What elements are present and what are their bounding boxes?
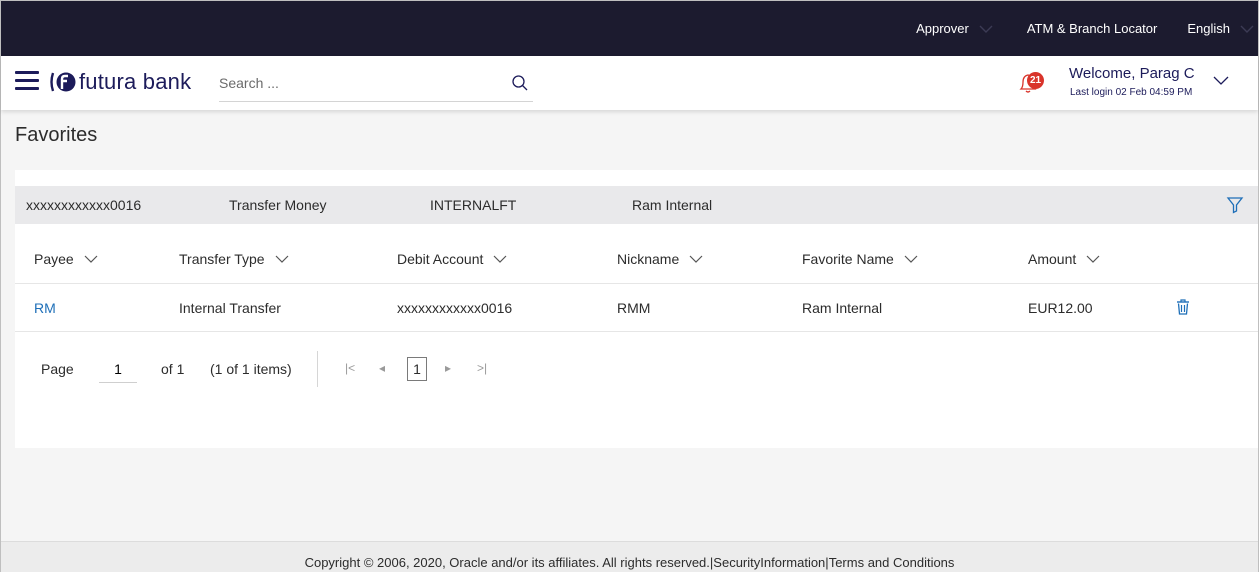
- amount-cell: EUR12.00: [1028, 300, 1093, 316]
- pagination: Page of 1 (1 of 1 items) |< ◂ 1 ▸ >|: [15, 347, 615, 391]
- search-box: [219, 68, 533, 102]
- chevron-down-icon: [493, 255, 507, 263]
- column-header-label: Amount: [1028, 251, 1077, 267]
- pagination-divider: [317, 351, 318, 387]
- chevron-down-icon: [904, 255, 918, 263]
- chevron-down-icon: [1240, 25, 1254, 33]
- chevron-down-icon: [979, 25, 993, 33]
- filter-favorite: Ram Internal: [632, 197, 713, 213]
- bank-logo[interactable]: futura bank: [49, 68, 191, 96]
- footer: Copyright © 2006, 2020, Oracle and/or it…: [1, 541, 1258, 572]
- filter-icon[interactable]: [1226, 195, 1244, 215]
- column-header-favorite-name[interactable]: Favorite Name: [802, 251, 918, 267]
- previous-page-icon[interactable]: ◂: [379, 361, 385, 375]
- filter-transaction: Transfer Money: [229, 197, 327, 213]
- page-label: Page: [41, 361, 74, 377]
- page-number-input[interactable]: [99, 355, 137, 383]
- menu-icon[interactable]: [15, 71, 39, 91]
- column-header-payee[interactable]: Payee: [34, 251, 98, 267]
- items-count-label: (1 of 1 items): [210, 361, 292, 377]
- language-selector[interactable]: English: [1179, 1, 1258, 56]
- search-icon[interactable]: [511, 74, 529, 92]
- column-header-label: Nickname: [617, 251, 680, 267]
- search-input[interactable]: [219, 68, 499, 98]
- language-label: English: [1187, 21, 1230, 36]
- column-header-label: Favorite Name: [802, 251, 894, 267]
- atm-branch-locator-link[interactable]: ATM & Branch Locator: [1009, 1, 1180, 56]
- debit-account-cell: xxxxxxxxxxxx0016: [397, 300, 513, 316]
- table-row: RM Internal Transfer xxxxxxxxxxxx0016 RM…: [15, 284, 1258, 332]
- column-header-label: Debit Account: [397, 251, 484, 267]
- chevron-down-icon: [275, 255, 289, 263]
- last-page-icon[interactable]: >|: [477, 361, 487, 375]
- column-header-debit-account[interactable]: Debit Account: [397, 251, 507, 267]
- notifications-button[interactable]: 21: [1017, 70, 1049, 96]
- chevron-down-icon: [689, 255, 703, 263]
- column-header-label: Payee: [34, 251, 74, 267]
- transfer-type-cell: Internal Transfer: [179, 300, 281, 316]
- first-page-icon[interactable]: |<: [345, 361, 355, 375]
- column-header-label: Transfer Type: [179, 251, 265, 267]
- favorite-name-cell: Ram Internal: [802, 300, 883, 316]
- filter-type: INTERNALFT: [430, 197, 517, 213]
- trash-icon[interactable]: [1175, 298, 1191, 316]
- chevron-down-icon: [1086, 255, 1100, 263]
- role-label: Approver: [916, 21, 969, 36]
- logo-text: futura bank: [79, 69, 192, 94]
- chevron-down-icon[interactable]: [1211, 71, 1231, 89]
- filter-account: xxxxxxxxxxxx0016: [26, 197, 142, 213]
- copyright-text: Copyright © 2006, 2020, Oracle and/or it…: [304, 555, 710, 570]
- chevron-down-icon: [84, 255, 98, 263]
- page-title: Favorites: [15, 124, 98, 146]
- page-of-label: of 1: [161, 361, 185, 377]
- notification-badge: 21: [1027, 72, 1044, 89]
- security-information-link[interactable]: SecurityInformation: [713, 555, 825, 570]
- nickname-cell: RMM: [617, 300, 651, 316]
- header: futura bank 21 Welcome, Parag C Last log…: [1, 56, 1258, 110]
- next-page-icon[interactable]: ▸: [445, 361, 451, 375]
- payee-link[interactable]: RM: [34, 300, 56, 316]
- top-bar: Approver ATM & Branch Locator English: [1, 1, 1258, 56]
- welcome-user[interactable]: Welcome, Parag C: [1069, 65, 1195, 82]
- atm-branch-locator-label: ATM & Branch Locator: [1026, 21, 1158, 36]
- table-header: Payee Transfer Type Debit Account Nickna…: [15, 239, 1258, 284]
- current-page-button[interactable]: 1: [407, 357, 427, 381]
- logo-mark-icon: [50, 72, 76, 92]
- filter-summary-bar: xxxxxxxxxxxx0016 Transfer Money INTERNAL…: [15, 186, 1258, 224]
- column-header-nickname[interactable]: Nickname: [617, 251, 703, 267]
- terms-and-conditions-link[interactable]: Terms and Conditions: [829, 555, 955, 570]
- role-switcher[interactable]: Approver: [906, 1, 1009, 56]
- last-login-text: Last login 02 Feb 04:59 PM: [1070, 87, 1193, 98]
- column-header-transfer-type[interactable]: Transfer Type: [179, 251, 289, 267]
- column-header-amount[interactable]: Amount: [1028, 251, 1100, 267]
